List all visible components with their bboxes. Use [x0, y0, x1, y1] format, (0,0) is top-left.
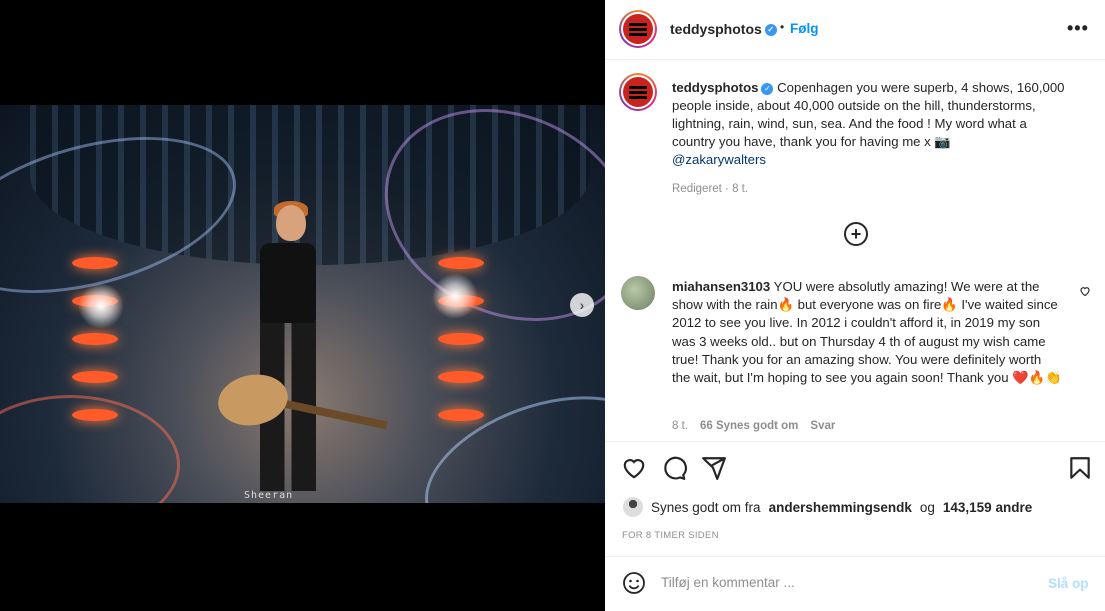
verified-icon: ✓: [764, 24, 777, 37]
comment-box: Slå op: [605, 556, 1105, 611]
comment-icon[interactable]: [661, 455, 687, 481]
comment-text: miahansen3103 YOU were absolutly amazing…: [672, 278, 1062, 387]
comment-likes[interactable]: 66 Synes godt om: [700, 420, 798, 432]
edited-label: Redigeret · 8 t.: [672, 183, 749, 195]
likes-prefix: Synes godt om fra: [651, 499, 761, 515]
author-username-text[interactable]: teddysphotos: [670, 21, 762, 37]
likes-conj: og: [919, 499, 935, 515]
stage-light: [432, 273, 478, 319]
verified-icon: ✓: [761, 82, 774, 95]
instagram-post-modal: Sheeran › teddysphotos ✓ • Følg ••• teddy…: [0, 0, 1105, 611]
photo-signature: Sheeran: [244, 490, 294, 501]
post-caption: teddysphotos ✓ Copenhagen you were superb…: [672, 79, 1072, 169]
more-icon[interactable]: •••: [1067, 18, 1089, 39]
liker-username[interactable]: andershemmingsendk: [769, 500, 912, 515]
comment-body: YOU were absolutly amazing! We were at t…: [672, 279, 1062, 386]
carousel-next-button[interactable]: ›: [570, 293, 594, 317]
media-area: Sheeran ›: [0, 0, 605, 611]
light-swirl: [405, 367, 605, 503]
author-avatar[interactable]: [619, 10, 657, 48]
comment-input[interactable]: [661, 575, 1031, 590]
chevron-right-icon: ›: [579, 297, 585, 313]
add-circle-icon[interactable]: +: [844, 222, 868, 246]
commenter-avatar[interactable]: [621, 276, 655, 310]
likes-summary: Synes godt om fra andershemmingsendk og …: [623, 497, 1032, 517]
stage-light: [78, 283, 124, 329]
caption-username[interactable]: teddysphotos: [672, 80, 758, 95]
caption-mention[interactable]: @zakarywalters: [672, 152, 766, 167]
follow-button[interactable]: Følg: [790, 21, 819, 36]
post-timestamp[interactable]: FOR 8 TIMER SIDEN: [622, 530, 719, 541]
liker-avatar[interactable]: [623, 497, 643, 517]
post-comment-button[interactable]: Slå op: [1048, 576, 1089, 591]
comment-time: 8 t.: [672, 420, 688, 432]
performer-figure: [214, 201, 388, 503]
emoji-icon[interactable]: [622, 571, 646, 595]
post-photo[interactable]: Sheeran: [0, 105, 605, 503]
post-details-panel: teddysphotos ✓ • Følg ••• teddysphotos ✓ C…: [605, 0, 1105, 611]
header-separator: •: [780, 20, 785, 34]
comment-like-icon[interactable]: [1079, 285, 1091, 297]
likes-others[interactable]: 143,159 andre: [943, 500, 1032, 515]
bookmark-icon[interactable]: [1067, 455, 1093, 481]
heart-icon[interactable]: [621, 455, 647, 481]
caption-avatar[interactable]: [619, 73, 657, 111]
post-actions: [605, 441, 1105, 491]
comment-meta: 8 t. 66 Synes godt om Svar: [672, 420, 835, 432]
post-header: teddysphotos ✓ • Følg •••: [605, 0, 1105, 60]
share-icon[interactable]: [701, 455, 727, 481]
author-username[interactable]: teddysphotos ✓: [670, 21, 777, 37]
comment-reply-button[interactable]: Svar: [810, 420, 835, 432]
comment-username[interactable]: miahansen3103: [672, 279, 770, 294]
